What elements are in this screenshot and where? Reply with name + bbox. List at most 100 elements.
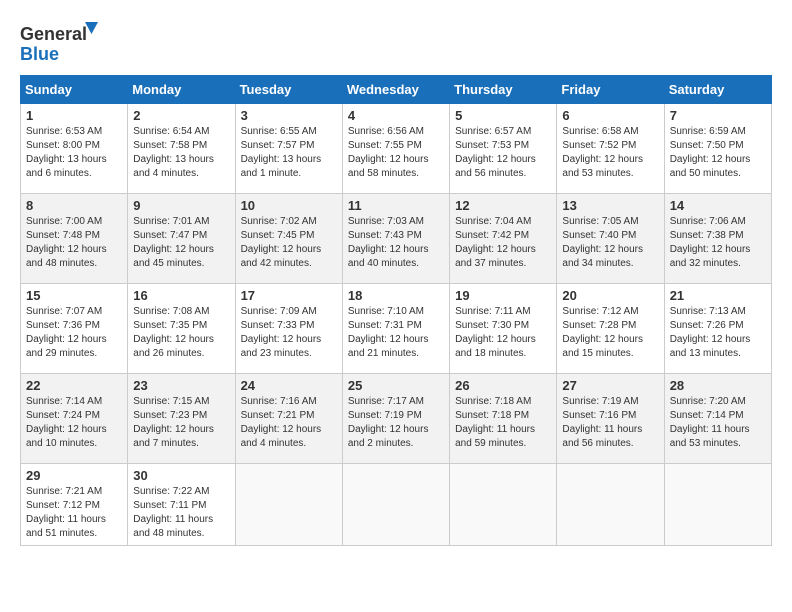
calendar-week-3: 15 Sunrise: 7:07 AM Sunset: 7:36 PM Dayli… — [21, 284, 772, 374]
day-info: Sunrise: 7:12 AM Sunset: 7:28 PM Dayligh… — [562, 305, 658, 361]
day-info: Sunrise: 6:53 AM Sunset: 8:00 PM Dayligh… — [26, 125, 122, 181]
logo: GeneralBlue — [20, 20, 100, 65]
day-number: 17 — [241, 288, 337, 303]
day-info: Sunrise: 7:05 AM Sunset: 7:40 PM Dayligh… — [562, 215, 658, 271]
calendar-cell: 18 Sunrise: 7:10 AM Sunset: 7:31 PM Dayli… — [342, 284, 449, 374]
day-number: 18 — [348, 288, 444, 303]
calendar-cell: 26 Sunrise: 7:18 AM Sunset: 7:18 PM Dayli… — [450, 374, 557, 464]
day-info: Sunrise: 6:57 AM Sunset: 7:53 PM Dayligh… — [455, 125, 551, 181]
day-info: Sunrise: 7:10 AM Sunset: 7:31 PM Dayligh… — [348, 305, 444, 361]
calendar-header: SundayMondayTuesdayWednesdayThursdayFrid… — [21, 76, 772, 104]
header-cell-thursday: Thursday — [450, 76, 557, 104]
day-info: Sunrise: 7:11 AM Sunset: 7:30 PM Dayligh… — [455, 305, 551, 361]
calendar-cell: 9 Sunrise: 7:01 AM Sunset: 7:47 PM Daylig… — [128, 194, 235, 284]
day-number: 11 — [348, 198, 444, 213]
calendar-cell: 14 Sunrise: 7:06 AM Sunset: 7:38 PM Dayli… — [664, 194, 771, 284]
day-number: 16 — [133, 288, 229, 303]
day-number: 14 — [670, 198, 766, 213]
calendar-cell: 17Sunrise: 7:09 AM Sunset: 7:33 PM Dayli… — [235, 284, 342, 374]
calendar-cell: 21Sunrise: 7:13 AM Sunset: 7:26 PM Dayli… — [664, 284, 771, 374]
calendar-cell: 4 Sunrise: 6:56 AM Sunset: 7:55 PM Daylig… — [342, 104, 449, 194]
header-cell-friday: Friday — [557, 76, 664, 104]
day-info: Sunrise: 7:14 AM Sunset: 7:24 PM Dayligh… — [26, 395, 122, 451]
day-number: 27 — [562, 378, 658, 393]
day-number: 8 — [26, 198, 122, 213]
day-number: 2 — [133, 108, 229, 123]
calendar-cell: 23Sunrise: 7:15 AM Sunset: 7:23 PM Dayli… — [128, 374, 235, 464]
calendar-cell — [557, 464, 664, 546]
day-info: Sunrise: 7:00 AM Sunset: 7:48 PM Dayligh… — [26, 215, 122, 271]
header-cell-tuesday: Tuesday — [235, 76, 342, 104]
day-info: Sunrise: 7:01 AM Sunset: 7:47 PM Dayligh… — [133, 215, 229, 271]
day-info: Sunrise: 6:59 AM Sunset: 7:50 PM Dayligh… — [670, 125, 766, 181]
day-info: Sunrise: 7:04 AM Sunset: 7:42 PM Dayligh… — [455, 215, 551, 271]
day-info: Sunrise: 6:54 AM Sunset: 7:58 PM Dayligh… — [133, 125, 229, 181]
day-info: Sunrise: 7:22 AM Sunset: 7:11 PM Dayligh… — [133, 485, 229, 541]
calendar-cell: 24 Sunrise: 7:16 AM Sunset: 7:21 PM Dayli… — [235, 374, 342, 464]
calendar-cell: 19 Sunrise: 7:11 AM Sunset: 7:30 PM Dayli… — [450, 284, 557, 374]
day-number: 13 — [562, 198, 658, 213]
day-number: 1 — [26, 108, 122, 123]
calendar-cell: 10 Sunrise: 7:02 AM Sunset: 7:45 PM Dayli… — [235, 194, 342, 284]
day-info: Sunrise: 7:17 AM Sunset: 7:19 PM Dayligh… — [348, 395, 444, 451]
day-number: 6 — [562, 108, 658, 123]
day-number: 12 — [455, 198, 551, 213]
header-cell-wednesday: Wednesday — [342, 76, 449, 104]
calendar-cell: 7 Sunrise: 6:59 AM Sunset: 7:50 PM Daylig… — [664, 104, 771, 194]
calendar-cell: 22 Sunrise: 7:14 AM Sunset: 7:24 PM Dayli… — [21, 374, 128, 464]
day-info: Sunrise: 7:16 AM Sunset: 7:21 PM Dayligh… — [241, 395, 337, 451]
calendar-cell: 27 Sunrise: 7:19 AM Sunset: 7:16 PM Dayli… — [557, 374, 664, 464]
day-info: Sunrise: 7:19 AM Sunset: 7:16 PM Dayligh… — [562, 395, 658, 451]
day-number: 21 — [670, 288, 766, 303]
day-number: 25 — [348, 378, 444, 393]
day-number: 24 — [241, 378, 337, 393]
day-info: Sunrise: 7:18 AM Sunset: 7:18 PM Dayligh… — [455, 395, 551, 451]
calendar-body: 1 Sunrise: 6:53 AM Sunset: 8:00 PM Daylig… — [21, 104, 772, 546]
day-info: Sunrise: 7:07 AM Sunset: 7:36 PM Dayligh… — [26, 305, 122, 361]
day-number: 19 — [455, 288, 551, 303]
calendar-cell — [235, 464, 342, 546]
svg-text:Blue: Blue — [20, 44, 59, 64]
day-info: Sunrise: 7:08 AM Sunset: 7:35 PM Dayligh… — [133, 305, 229, 361]
calendar-cell: 29 Sunrise: 7:21 AM Sunset: 7:12 PM Dayli… — [21, 464, 128, 546]
logo-svg: GeneralBlue — [20, 20, 100, 65]
day-number: 3 — [241, 108, 337, 123]
calendar-cell — [450, 464, 557, 546]
day-info: Sunrise: 6:55 AM Sunset: 7:57 PM Dayligh… — [241, 125, 337, 181]
day-info: Sunrise: 6:56 AM Sunset: 7:55 PM Dayligh… — [348, 125, 444, 181]
calendar-cell: 13 Sunrise: 7:05 AM Sunset: 7:40 PM Dayli… — [557, 194, 664, 284]
day-number: 10 — [241, 198, 337, 213]
calendar-cell: 5 Sunrise: 6:57 AM Sunset: 7:53 PM Daylig… — [450, 104, 557, 194]
day-number: 15 — [26, 288, 122, 303]
calendar-cell: 25 Sunrise: 7:17 AM Sunset: 7:19 PM Dayli… — [342, 374, 449, 464]
calendar-cell: 28Sunrise: 7:20 AM Sunset: 7:14 PM Dayli… — [664, 374, 771, 464]
header-cell-sunday: Sunday — [21, 76, 128, 104]
calendar-table: SundayMondayTuesdayWednesdayThursdayFrid… — [20, 75, 772, 546]
day-number: 20 — [562, 288, 658, 303]
calendar-cell: 16 Sunrise: 7:08 AM Sunset: 7:35 PM Dayli… — [128, 284, 235, 374]
day-info: Sunrise: 7:06 AM Sunset: 7:38 PM Dayligh… — [670, 215, 766, 271]
day-number: 5 — [455, 108, 551, 123]
day-number: 4 — [348, 108, 444, 123]
day-info: Sunrise: 7:03 AM Sunset: 7:43 PM Dayligh… — [348, 215, 444, 271]
calendar-cell — [664, 464, 771, 546]
day-info: Sunrise: 7:02 AM Sunset: 7:45 PM Dayligh… — [241, 215, 337, 271]
day-number: 29 — [26, 468, 122, 483]
header-row: SundayMondayTuesdayWednesdayThursdayFrid… — [21, 76, 772, 104]
day-number: 26 — [455, 378, 551, 393]
day-number: 7 — [670, 108, 766, 123]
day-info: Sunrise: 7:20 AM Sunset: 7:14 PM Dayligh… — [670, 395, 766, 451]
calendar-cell: 11 Sunrise: 7:03 AM Sunset: 7:43 PM Dayli… — [342, 194, 449, 284]
day-number: 9 — [133, 198, 229, 213]
header-cell-monday: Monday — [128, 76, 235, 104]
day-info: Sunrise: 7:21 AM Sunset: 7:12 PM Dayligh… — [26, 485, 122, 541]
calendar-week-5: 29 Sunrise: 7:21 AM Sunset: 7:12 PM Dayli… — [21, 464, 772, 546]
calendar-cell: 6 Sunrise: 6:58 AM Sunset: 7:52 PM Daylig… — [557, 104, 664, 194]
page-header: GeneralBlue — [20, 20, 772, 65]
day-info: Sunrise: 6:58 AM Sunset: 7:52 PM Dayligh… — [562, 125, 658, 181]
day-number: 22 — [26, 378, 122, 393]
calendar-cell: 2 Sunrise: 6:54 AM Sunset: 7:58 PM Daylig… — [128, 104, 235, 194]
day-info: Sunrise: 7:15 AM Sunset: 7:23 PM Dayligh… — [133, 395, 229, 451]
header-cell-saturday: Saturday — [664, 76, 771, 104]
calendar-cell: 30Sunrise: 7:22 AM Sunset: 7:11 PM Dayli… — [128, 464, 235, 546]
